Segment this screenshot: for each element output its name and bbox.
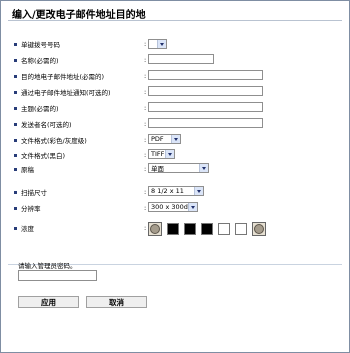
dropdown-caret-icon <box>199 164 208 172</box>
colon: : <box>144 72 147 80</box>
dest-email-input[interactable] <box>148 70 263 80</box>
original-select[interactable]: 单面 <box>148 163 209 173</box>
label-quick-dial: 单键拨号号码 <box>21 41 60 49</box>
notify-email-input[interactable] <box>148 86 263 96</box>
row-name: 名称(必需的) <box>14 53 59 67</box>
label-name: 名称(必需的) <box>21 57 59 65</box>
resolution-select[interactable]: 300 x 300dpi <box>148 202 198 212</box>
density-level-2[interactable] <box>184 223 196 235</box>
density-control <box>148 221 266 237</box>
bullet-icon <box>14 122 17 126</box>
label-original: 原稿 <box>21 166 34 174</box>
dial-icon <box>150 224 160 234</box>
row-notify-email: 通过电子邮件地址通知(可选的) <box>14 85 111 99</box>
colon: : <box>144 224 147 232</box>
colon: : <box>144 40 147 48</box>
density-level-1[interactable] <box>167 223 179 235</box>
bullet-icon <box>14 58 17 62</box>
row-density: 浓度 <box>14 221 34 235</box>
row-sender: 发送者名(可选的) <box>14 117 72 131</box>
format-bw-value: TIFF <box>151 150 165 158</box>
subject-input[interactable] <box>148 102 263 112</box>
format-color-value: PDF <box>151 135 164 143</box>
label-format-bw: 文件格式(黑白) <box>21 152 66 160</box>
bullet-icon <box>14 90 17 94</box>
page-title: 编入/更改电子邮件地址目的地 <box>12 10 146 21</box>
dropdown-caret-icon <box>165 150 174 158</box>
row-resolution: 分辨率 <box>14 201 41 215</box>
colon: : <box>144 188 147 196</box>
row-format-color: 文件格式(彩色/灰度级) <box>14 133 87 147</box>
quick-dial-select[interactable] <box>148 39 167 49</box>
bullet-icon <box>14 206 17 210</box>
colon: : <box>144 204 147 212</box>
dropdown-caret-icon <box>188 203 197 211</box>
colon: : <box>144 120 147 128</box>
label-format-color: 文件格式(彩色/灰度级) <box>21 137 87 145</box>
cancel-button[interactable]: 取消 <box>86 296 147 308</box>
bullet-icon <box>14 106 17 110</box>
colon: : <box>144 88 147 96</box>
label-density: 浓度 <box>21 225 34 233</box>
density-level-4[interactable] <box>218 223 230 235</box>
dropdown-caret-icon <box>194 187 203 195</box>
density-level-3[interactable] <box>201 223 213 235</box>
colon: : <box>144 136 147 144</box>
bullet-icon <box>14 42 17 46</box>
label-subject: 主题(必需的) <box>21 105 59 113</box>
label-resolution: 分辨率 <box>21 205 41 213</box>
format-color-select[interactable]: PDF <box>148 134 181 144</box>
bullet-icon <box>14 226 17 230</box>
label-sender: 发送者名(可选的) <box>21 121 72 129</box>
bullet-icon <box>14 167 17 171</box>
colon: : <box>144 56 147 64</box>
row-scan-size: 扫描尺寸 <box>14 185 47 199</box>
density-level-5[interactable] <box>235 223 247 235</box>
name-input[interactable] <box>148 54 214 64</box>
density-darker-button[interactable] <box>252 222 266 236</box>
dropdown-caret-icon <box>171 135 180 143</box>
label-notify-email: 通过电子邮件地址通知(可选的) <box>21 89 111 97</box>
dial-icon <box>254 224 264 234</box>
row-dest-email: 目的地电子邮件地址(必需的) <box>14 69 104 83</box>
row-subject: 主题(必需的) <box>14 101 59 115</box>
scan-size-select[interactable]: 8 1/2 x 11 <box>148 186 204 196</box>
password-label: 请输入管理员密码。 <box>18 262 77 270</box>
row-quick-dial: 单键拨号号码 <box>14 37 60 51</box>
password-input[interactable] <box>18 270 97 281</box>
label-scan-size: 扫描尺寸 <box>21 189 47 197</box>
dropdown-caret-icon <box>157 40 166 48</box>
title-divider <box>8 20 342 21</box>
row-original: 原稿 <box>14 162 34 176</box>
density-lighter-button[interactable] <box>148 222 162 236</box>
colon: : <box>144 165 147 173</box>
label-dest-email: 目的地电子邮件地址(必需的) <box>21 73 105 81</box>
sender-input[interactable] <box>148 118 263 128</box>
scan-size-value: 8 1/2 x 11 <box>151 187 184 195</box>
bullet-icon <box>14 74 17 78</box>
format-bw-select[interactable]: TIFF <box>148 149 175 159</box>
row-format-bw: 文件格式(黑白) <box>14 148 65 162</box>
bullet-icon <box>14 190 17 194</box>
apply-button[interactable]: 应用 <box>18 296 79 308</box>
original-value: 单面 <box>151 165 164 173</box>
bullet-icon <box>14 138 17 142</box>
colon: : <box>144 151 147 159</box>
bullet-icon <box>14 153 17 157</box>
colon: : <box>144 104 147 112</box>
